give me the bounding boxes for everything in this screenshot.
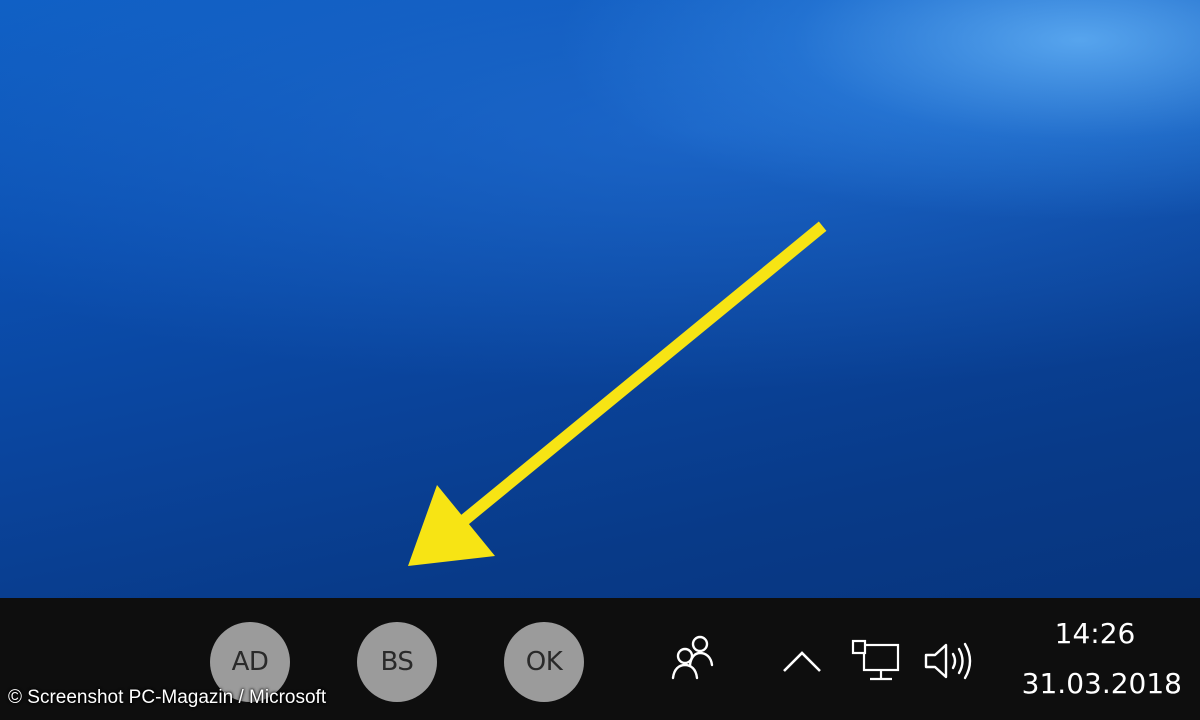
avatar-bs[interactable]: BS [357, 622, 437, 702]
clock-time: 14:26 [1054, 617, 1136, 650]
desktop-wallpaper[interactable] [0, 0, 1200, 598]
taskbar-clock[interactable]: 14:26 31.03.2018 [1000, 610, 1190, 710]
network-icon[interactable] [850, 638, 902, 686]
screen: AD BS OK 14:26 31.03.2018 © Screenshot P… [0, 0, 1200, 720]
copyright-watermark: © Screenshot PC-Magazin / Microsoft [8, 687, 327, 708]
volume-icon[interactable] [922, 638, 978, 684]
people-icon[interactable] [668, 632, 718, 682]
clock-date: 31.03.2018 [1021, 667, 1182, 700]
avatar-ok[interactable]: OK [504, 622, 584, 702]
chevron-up-icon[interactable] [780, 645, 824, 675]
